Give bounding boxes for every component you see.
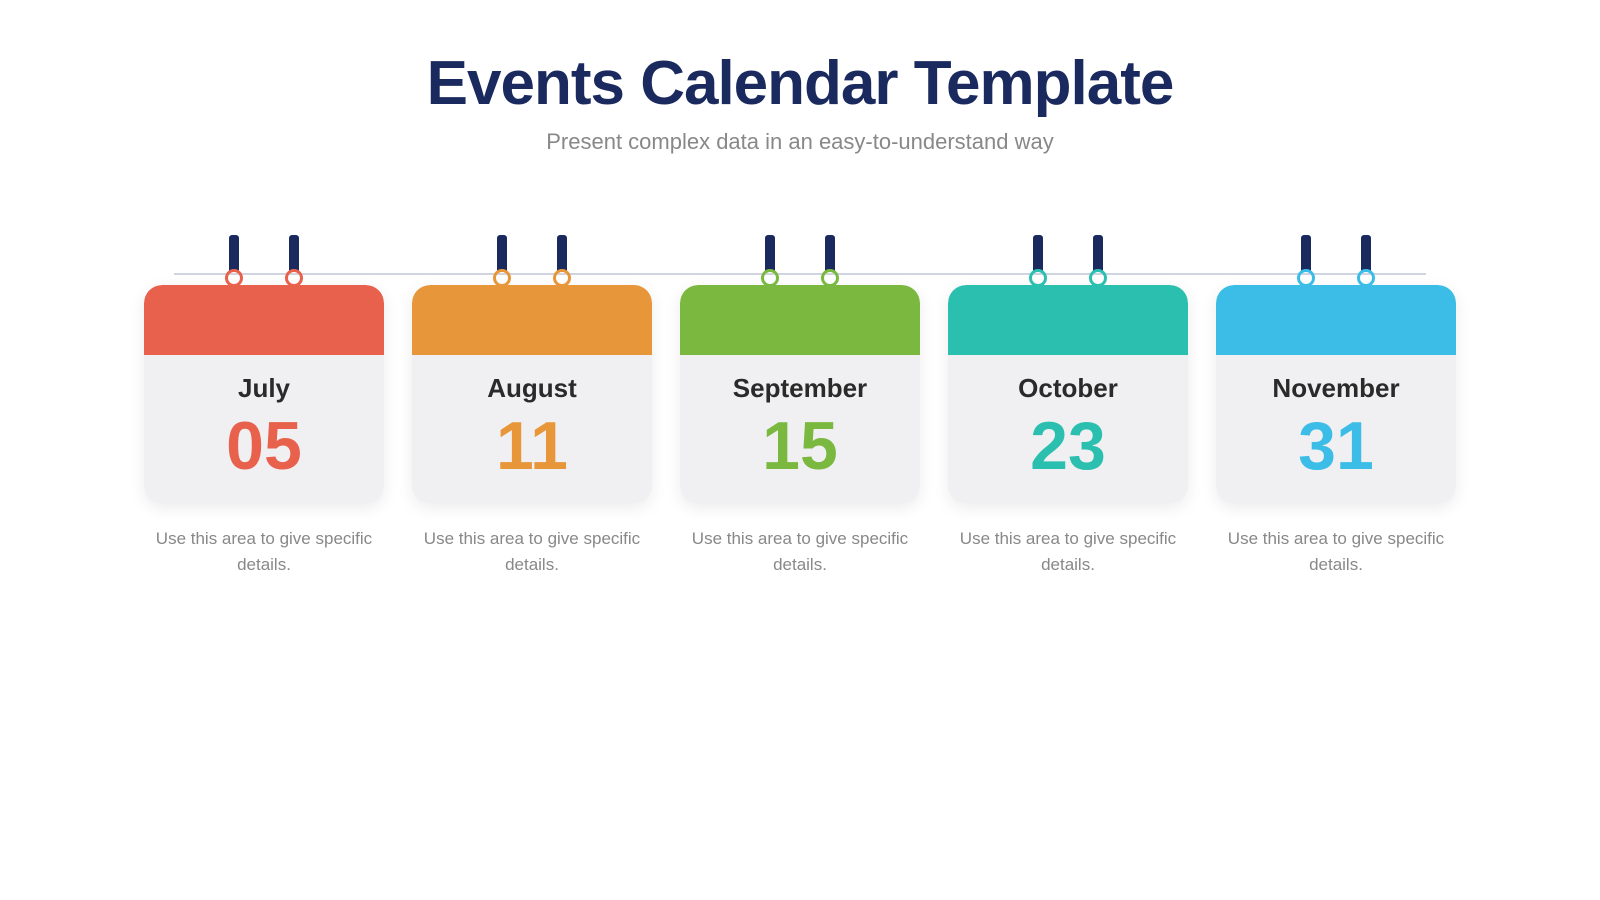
ring-circle-left-september [761,269,779,287]
ring-circle-right-august [553,269,571,287]
calendar-item-october: October 23 Use this area to give specifi… [948,235,1188,579]
calendar-header-september [680,285,920,355]
ring-circle-left-october [1029,269,1047,287]
ring-bar-left-november [1301,235,1311,271]
calendar-details-july: Use this area to give specific details. [154,526,374,579]
calendar-day-october: 23 [968,412,1168,480]
calendar-details-november: Use this area to give specific details. [1226,526,1446,579]
page-title: Events Calendar Template [427,48,1174,119]
calendar-header-november [1216,285,1456,355]
calendars-row: July 05 Use this area to give specific d… [144,235,1456,579]
ring-post-left-september [761,235,779,287]
ring-circle-right-september [821,269,839,287]
ring-bar-left-october [1033,235,1043,271]
calendar-content-july: July 05 [144,355,384,504]
ring-post-right-july [285,235,303,287]
calendar-day-august: 11 [432,412,632,480]
ring-circle-right-july [285,269,303,287]
calendar-rings-november [1276,235,1396,287]
ring-post-right-september [821,235,839,287]
calendar-rings-august [472,235,592,287]
ring-bar-left-august [497,235,507,271]
calendar-content-november: November 31 [1216,355,1456,504]
calendar-rings-october [1008,235,1128,287]
calendar-month-july: July [164,373,364,404]
calendar-header-august [412,285,652,355]
calendar-body-october: October 23 [948,285,1188,504]
ring-bar-right-october [1093,235,1103,271]
ring-post-left-november [1297,235,1315,287]
ring-post-left-july [225,235,243,287]
calendar-month-october: October [968,373,1168,404]
calendar-body-november: November 31 [1216,285,1456,504]
calendar-rings-july [204,235,324,287]
calendar-content-august: August 11 [412,355,652,504]
calendar-month-november: November [1236,373,1436,404]
page-header: Events Calendar Template Present complex… [427,48,1174,155]
calendar-details-august: Use this area to give specific details. [422,526,642,579]
calendar-header-july [144,285,384,355]
ring-circle-left-august [493,269,511,287]
ring-post-left-august [493,235,511,287]
ring-post-left-october [1029,235,1047,287]
calendar-body-september: September 15 [680,285,920,504]
calendar-day-september: 15 [700,412,900,480]
calendar-header-october [948,285,1188,355]
ring-circle-right-october [1089,269,1107,287]
calendar-item-august: August 11 Use this area to give specific… [412,235,652,579]
calendar-details-september: Use this area to give specific details. [690,526,910,579]
calendar-item-july: July 05 Use this area to give specific d… [144,235,384,579]
calendar-body-august: August 11 [412,285,652,504]
calendar-details-october: Use this area to give specific details. [958,526,1178,579]
ring-post-right-november [1357,235,1375,287]
calendar-rings-september [740,235,860,287]
calendar-item-september: September 15 Use this area to give speci… [680,235,920,579]
ring-post-right-october [1089,235,1107,287]
ring-post-right-august [553,235,571,287]
ring-circle-left-november [1297,269,1315,287]
ring-circle-right-november [1357,269,1375,287]
calendar-day-november: 31 [1236,412,1436,480]
ring-bar-right-august [557,235,567,271]
page-subtitle: Present complex data in an easy-to-under… [427,129,1174,155]
calendar-body-july: July 05 [144,285,384,504]
calendar-content-september: September 15 [680,355,920,504]
calendar-item-november: November 31 Use this area to give specif… [1216,235,1456,579]
calendar-content-october: October 23 [948,355,1188,504]
ring-circle-left-july [225,269,243,287]
calendar-month-august: August [432,373,632,404]
ring-bar-right-july [289,235,299,271]
ring-bar-left-july [229,235,239,271]
ring-bar-right-november [1361,235,1371,271]
calendar-month-september: September [700,373,900,404]
ring-bar-right-september [825,235,835,271]
ring-bar-left-september [765,235,775,271]
calendar-day-july: 05 [164,412,364,480]
